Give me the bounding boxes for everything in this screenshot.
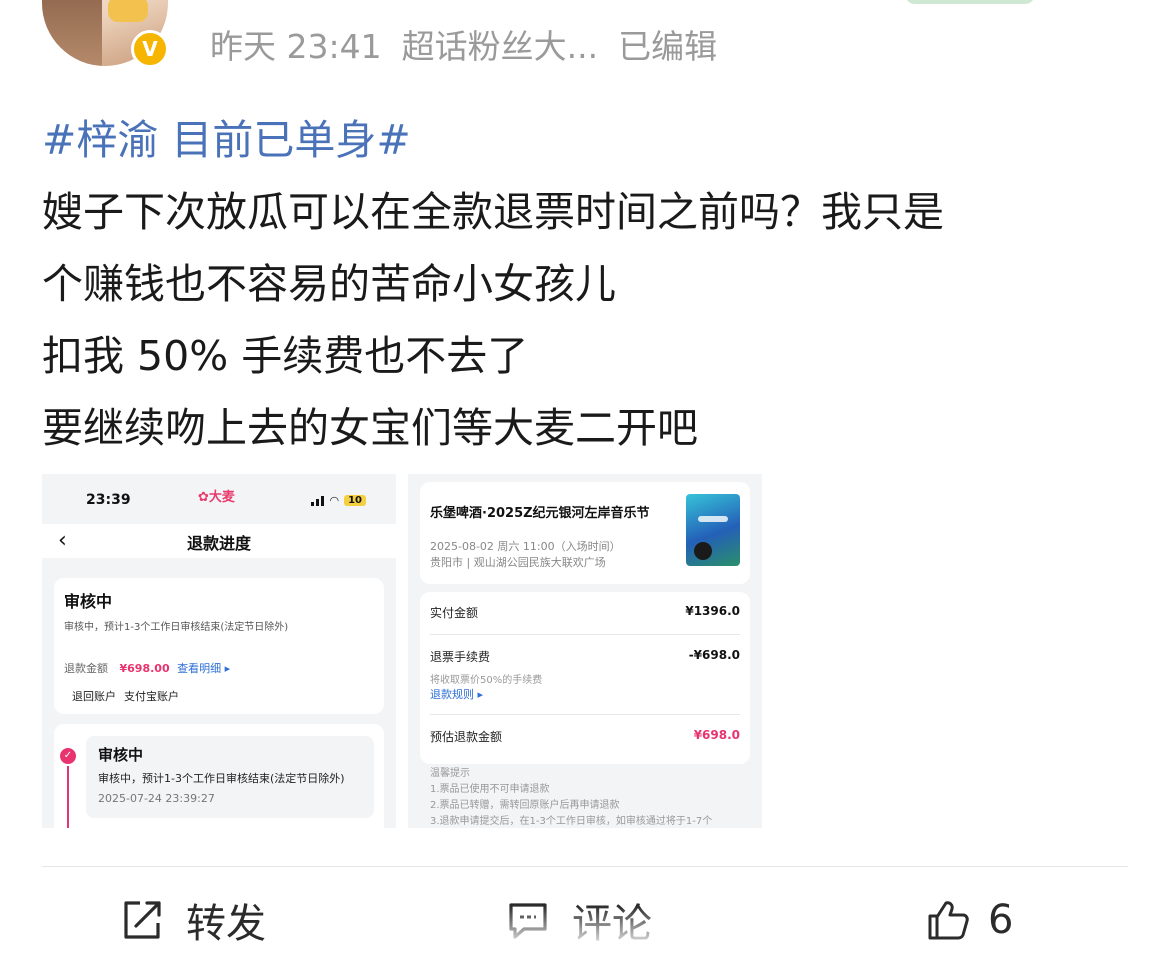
estimate-row: 预估退款金额 ¥698.0 [430,728,740,745]
fee-note: 将收取票价50%的手续费 [430,675,543,686]
tips-title: 温馨提示 [430,768,470,779]
post-content: #梓渝 目前已单身# 嫂子下次放瓜可以在全款退票时间之前吗？我只是 个赚钱也不容… [42,104,1132,464]
refund-status-card: 审核中 审核中，预计1-3个工作日审核结束(法定节日除外) 退款金额 ¥698.… [54,578,384,714]
event-date: 2025-08-02 周六 11:00（入场时间） [430,540,621,553]
comment-label: 评论 [572,901,652,947]
post-hashtag[interactable]: #梓渝 目前已单身# [42,104,1132,176]
thumbs-up-icon [928,901,969,940]
status-title: 审核中 [64,592,113,611]
fee-value: -¥698.0 [688,648,740,662]
like-button[interactable]: 6 [926,890,1013,950]
tip-item: 3.退款申请提交后，在1-3个工作日审核，如审核通过将于1-7个 [430,816,713,827]
refund-amount-row: 退款金额 ¥698.00 查看明细 ▸ [64,660,230,676]
tips: 温馨提示 1.票品已使用不可申请退款 2.票品已转赠，需转回原账户后再申请退款 … [430,766,712,828]
header-decoration [905,0,1035,4]
status-desc: 审核中，预计1-3个工作日审核结束(法定节日除外) [64,622,289,633]
repost-icon [124,901,161,939]
battery-icon: 10 [344,495,366,506]
post-source[interactable]: 超话粉丝大... [402,20,598,68]
divider [430,634,740,635]
timeline-title: 审核中 [98,746,144,764]
timeline-time: 2025-07-24 23:39:27 [98,792,215,805]
repost-label: 转发 [186,901,266,947]
divider [430,714,740,715]
tip-item: 1.票品已使用不可申请退款 [430,784,550,795]
timeline-desc: 审核中，预计1-3个工作日审核结束(法定节日除外) [98,772,345,785]
comment-icon [509,903,547,939]
comment-button[interactable]: 评论 [506,890,652,950]
post-image-refund-detail[interactable]: 乐堡啤酒·2025Z纪元银河左岸音乐节 2025-08-02 周六 11:00（… [408,474,762,828]
status-bar-icons: ◠ 10 [311,494,366,507]
event-title: 乐堡啤酒·2025Z纪元银河左岸音乐节 [430,506,650,521]
nav-title: 退款进度 [186,534,251,553]
refund-amount-card: 实付金额 ¥1396.0 退票手续费 -¥698.0 将收取票价50%的手续费 … [420,592,750,764]
avatar-hair [42,0,102,66]
edited-label[interactable]: 已编辑 [618,20,717,68]
refund-amount: ¥698.00 [119,662,170,675]
check-icon: ✓ [60,748,76,764]
verified-badge-icon: V [131,30,169,68]
brand-name: 大麦 [208,490,235,505]
paid-label: 实付金额 [430,606,479,620]
nav-bar: ‹ 退款进度 [42,524,396,558]
signal-icon [311,495,325,506]
like-count: 6 [988,897,1014,943]
estimate-value: ¥698.0 [693,728,740,742]
refund-account-row: 退回账户 支付宝账户 [64,688,179,704]
refund-rules-link[interactable]: 退款规则 ▸ [430,686,483,702]
timeline-line [67,766,69,828]
estimate-label: 预估退款金额 [430,730,503,744]
refund-amount-label: 退款金额 [64,662,108,675]
refund-account: 支付宝账户 [124,690,179,703]
post-meta: 昨天 23:41 超话粉丝大... 已编辑 [210,20,717,68]
fee-label: 退票手续费 [430,650,491,664]
post-image-refund-progress[interactable]: 23:39 ✿大麦 ◠ 10 ‹ 退款进度 审核中 审核中，预计1-3个工作日审… [42,474,396,828]
tip-item: 2.票品已转赠，需转回原账户后再申请退款 [430,800,620,811]
event-card: 乐堡啤酒·2025Z纪元银河左岸音乐节 2025-08-02 周六 11:00（… [420,482,750,584]
repost-button[interactable]: 转发 [120,890,266,950]
event-venue: 贵阳市 | 观山湖公园民族大联欢广场 [430,556,606,569]
timeline-item: 审核中 审核中，预计1-3个工作日审核结束(法定节日除外) 2025-07-24… [86,736,374,818]
refund-account-label: 退回账户 [72,690,116,703]
post-line: 要继续吻上去的女宝们等大麦二开吧 [42,404,698,452]
post-time: 昨天 23:41 [210,27,382,66]
event-poster [686,494,740,566]
paid-value: ¥1396.0 [685,604,740,618]
action-divider [42,866,1128,867]
post-line: 嫂子下次放瓜可以在全款退票时间之前吗？我只是 [42,188,944,236]
timeline-card: ✓ 审核中 审核中，预计1-3个工作日审核结束(法定节日除外) 2025-07-… [54,724,384,828]
damai-logo: ✿大麦 [198,490,235,505]
avatar-food [108,0,148,22]
wifi-icon: ◠ [329,494,340,507]
status-bar-time: 23:39 [86,492,131,508]
detail-link[interactable]: 查看明细 ▸ [177,662,230,675]
post-line: 扣我 50% 手续费也不去了 [42,332,529,380]
paid-row: 实付金额 ¥1396.0 [430,604,740,621]
post-line: 个赚钱也不容易的苦命小女孩儿 [42,260,616,308]
fee-row: 退票手续费 -¥698.0 [430,648,740,665]
